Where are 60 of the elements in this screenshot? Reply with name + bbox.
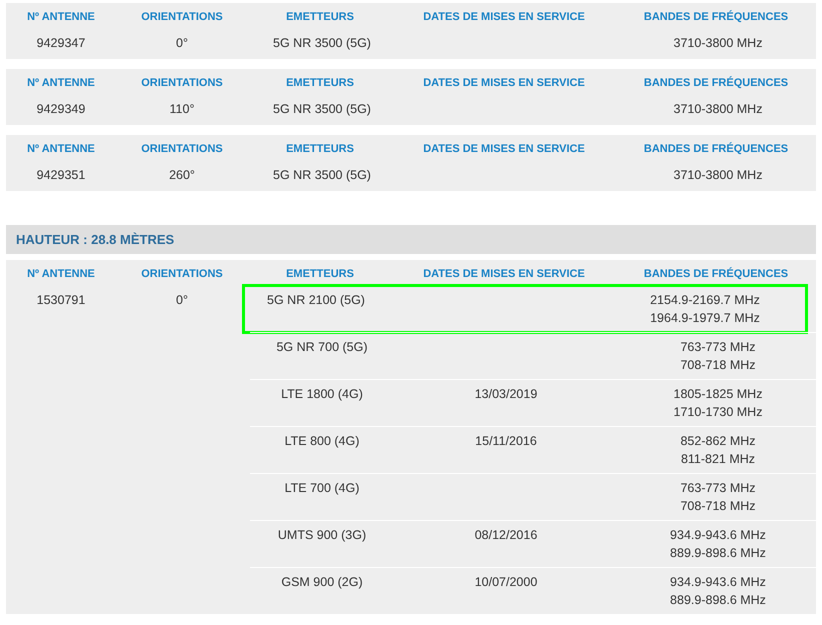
table-cell-text: 10/07/2000 [474, 574, 538, 591]
column-header: DATES DE MISES EN SERVICE [422, 76, 586, 91]
table-cell-text: 5G NR 3500 (5G) [272, 35, 372, 52]
column-header: EMETTEURS [285, 76, 355, 91]
column-header: Nº ANTENNE [26, 142, 96, 157]
table-cell-text: 3710-3800 MHz [674, 35, 762, 52]
table-cell-text: 9429347 [36, 35, 86, 52]
table-cell-text: 08/12/2016 [474, 527, 538, 544]
column-header: DATES DE MISES EN SERVICE [422, 10, 586, 25]
column-header: EMETTEURS [285, 10, 355, 25]
table-cell-text: 5G NR 3500 (5G) [272, 101, 372, 118]
table-cell-text: 1964.9-1979.7 MHz [650, 310, 760, 327]
column-header: EMETTEURS [285, 267, 355, 282]
column-header: ORIENTATIONS [140, 10, 224, 25]
table-cell-text: 0° [175, 292, 189, 309]
column-header: Nº ANTENNE [26, 10, 96, 25]
table-cell-text: 3710-3800 MHz [674, 167, 762, 184]
table-cell-text: 9429349 [36, 101, 86, 118]
table-cell-text: 1530791 [36, 292, 86, 309]
column-header: Nº ANTENNE [26, 76, 96, 91]
table-cell-text: 13/03/2019 [474, 386, 538, 403]
table-cell-text: 934.9-943.6 MHz [670, 527, 766, 544]
table-cell-text: LTE 800 (4G) [284, 433, 360, 450]
table-cell-text: 260° [168, 167, 196, 184]
table-cell-text: 852-862 MHz [680, 433, 756, 450]
table-cell-text: 5G NR 3500 (5G) [272, 167, 372, 184]
table-cell-text: LTE 1800 (4G) [280, 386, 364, 403]
column-header: ORIENTATIONS [140, 267, 224, 282]
table-cell-text: 5G NR 700 (5G) [275, 339, 368, 356]
table-cell-text: UMTS 900 (3G) [276, 527, 368, 544]
table-cell-text: 889.9-898.6 MHz [670, 592, 766, 609]
table-cell-text: 3710-3800 MHz [674, 101, 762, 118]
table-cell-text: 763-773 MHz [680, 480, 756, 497]
table-cell-text: 889.9-898.6 MHz [670, 545, 766, 562]
column-header: DATES DE MISES EN SERVICE [422, 142, 586, 157]
table-cell-text: 1805-1825 MHz [674, 386, 762, 403]
table-cell-text: 0° [175, 35, 189, 52]
table-cell-text: 110° [168, 101, 196, 118]
table-cell-text: 15/11/2016 [474, 433, 538, 450]
column-header: BANDES DE FRÉQUENCES [642, 9, 790, 25]
table-cell-text: 1710-1730 MHz [674, 404, 762, 421]
section-title: HAUTEUR : 28.8 MÈTRES [6, 225, 816, 254]
table-cell-text: 811-821 MHz [680, 451, 756, 468]
column-header: ORIENTATIONS [140, 76, 224, 91]
column-header: BANDES DE FRÉQUENCES [642, 75, 790, 91]
table-cell-text: 708-718 MHz [680, 357, 756, 374]
table-cell-text: LTE 700 (4G) [284, 480, 360, 497]
table-cell-text: 5G NR 2100 (5G) [266, 292, 366, 309]
column-header: DATES DE MISES EN SERVICE [422, 267, 586, 282]
table-cell-text: 9429351 [36, 167, 86, 184]
column-header: ORIENTATIONS [140, 142, 224, 157]
column-header: EMETTEURS [285, 142, 355, 157]
table-cell-text: 934.9-943.6 MHz [670, 574, 766, 591]
column-header: BANDES DE FRÉQUENCES [642, 141, 790, 157]
table-cell-text: 763-773 MHz [680, 339, 756, 356]
table-cell-text: GSM 900 (2G) [280, 574, 364, 591]
column-header: BANDES DE FRÉQUENCES [642, 266, 790, 282]
table-cell-text: 2154.9-2169.7 MHz [650, 292, 760, 309]
column-header: Nº ANTENNE [26, 267, 96, 282]
table-cell-text: 708-718 MHz [680, 498, 756, 515]
